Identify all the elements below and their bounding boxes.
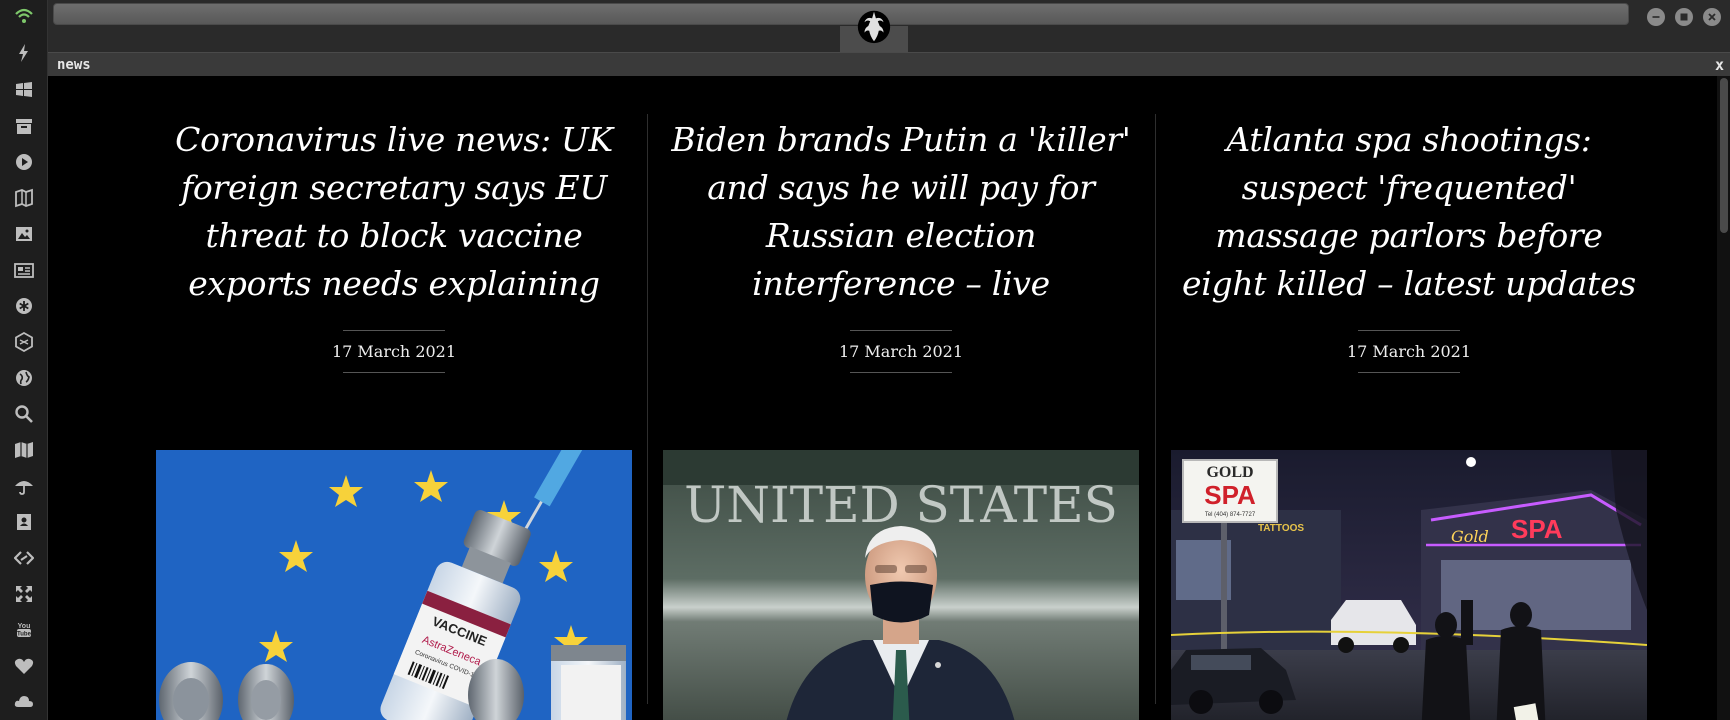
umbrella-icon[interactable]: [13, 475, 35, 497]
article-date-box: 17 March 2021: [1347, 330, 1471, 373]
pane-close-button[interactable]: x: [1715, 56, 1724, 74]
asterisk-circle-icon[interactable]: [13, 295, 35, 317]
archive-icon[interactable]: [13, 115, 35, 137]
news-feed: Coronavirus live news: UK foreign secret…: [48, 76, 1717, 720]
minimize-icon: [1652, 16, 1660, 18]
code-icon[interactable]: [13, 547, 35, 569]
window-topbar: [48, 0, 1730, 52]
spa-sign-phone: Tel (404) 874-7727: [1205, 512, 1256, 518]
map-icon[interactable]: [13, 439, 35, 461]
column-divider: [647, 114, 648, 704]
building-text: UNITED STATES: [684, 476, 1118, 534]
article-headline[interactable]: Coronavirus live news: UK foreign secret…: [156, 116, 632, 306]
article-image-biden[interactable]: UNITED STATES: [663, 450, 1139, 720]
lightning-icon[interactable]: [13, 42, 35, 64]
minimize-button[interactable]: [1647, 8, 1665, 26]
image-icon[interactable]: [13, 223, 35, 245]
map-book-icon[interactable]: [13, 187, 35, 209]
rebel-alliance-icon: [857, 10, 891, 44]
newspaper-icon[interactable]: [13, 259, 35, 281]
close-icon: [1708, 13, 1716, 21]
article-headline[interactable]: Atlanta spa shootings: suspect 'frequent…: [1171, 116, 1647, 306]
spa-tattoos-text: TATTOOS: [1258, 523, 1304, 534]
heart-icon[interactable]: [13, 655, 35, 677]
vertical-scrollbar[interactable]: [1717, 76, 1730, 720]
article-card[interactable]: Biden brands Putin a 'killer' and says h…: [663, 116, 1139, 720]
svg-text:You: You: [18, 623, 31, 630]
windows-icon[interactable]: [13, 79, 35, 101]
article-headline[interactable]: Biden brands Putin a 'killer' and says h…: [663, 116, 1139, 306]
article-card[interactable]: Atlanta spa shootings: suspect 'frequent…: [1171, 116, 1647, 720]
youtube-icon[interactable]: You Tube: [13, 619, 35, 641]
app-dock: You Tube: [0, 0, 48, 720]
spa-neon-spa: SPA: [1511, 514, 1563, 544]
cloud-icon[interactable]: [13, 690, 35, 712]
close-window-button[interactable]: [1703, 8, 1721, 26]
article-image-spa[interactable]: TATTOOS GOLD SPA Tel (404) 874-7727 Gold…: [1171, 450, 1647, 720]
article-date: 17 March 2021: [331, 342, 457, 361]
article-card[interactable]: Coronavirus live news: UK foreign secret…: [156, 116, 632, 720]
maximize-button[interactable]: [1675, 8, 1693, 26]
pane-header: news x: [48, 52, 1730, 76]
article-date: 17 March 2021: [838, 342, 964, 361]
article-image-vaccine[interactable]: VACCINE AstraZeneca Coronavirus COVID-19: [156, 450, 632, 720]
search-icon[interactable]: [13, 403, 35, 425]
column-divider: [1155, 114, 1156, 704]
wifi-icon[interactable]: [13, 5, 35, 27]
scrollbar-thumb[interactable]: [1720, 78, 1728, 233]
hexagon-icon[interactable]: [13, 331, 35, 353]
spa-neon-gold: Gold: [1451, 527, 1489, 546]
pane-title: news: [57, 57, 91, 73]
contacts-icon[interactable]: [13, 511, 35, 533]
spa-sign-top: GOLD: [1206, 464, 1253, 481]
globe-icon[interactable]: [13, 367, 35, 389]
article-date-box: 17 March 2021: [332, 330, 456, 373]
article-date: 17 March 2021: [1346, 342, 1472, 361]
play-icon[interactable]: [13, 151, 35, 173]
expand-icon[interactable]: [13, 583, 35, 605]
spa-sign-main: SPA: [1204, 480, 1256, 510]
address-bar[interactable]: [53, 3, 1629, 25]
article-date-box: 17 March 2021: [839, 330, 963, 373]
maximize-icon: [1680, 13, 1688, 21]
svg-text:Tube: Tube: [17, 632, 32, 638]
